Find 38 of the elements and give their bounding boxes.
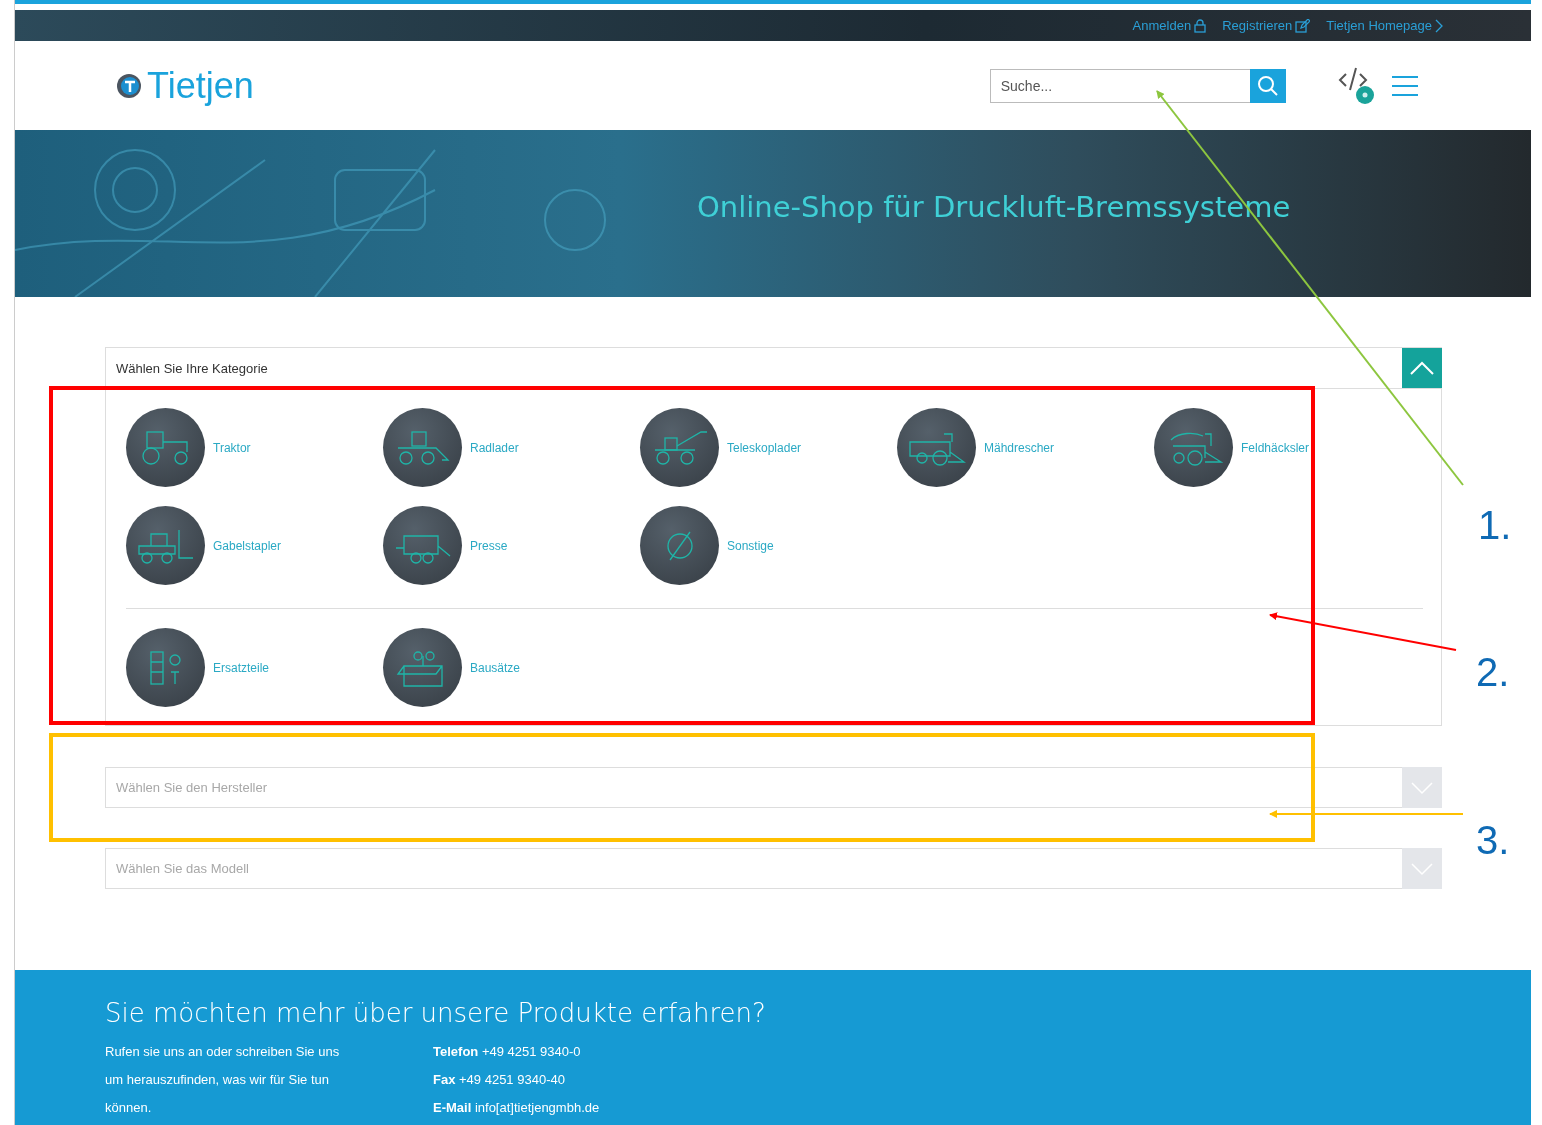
top-link[interactable]: Tietjen Homepage <box>1326 18 1443 33</box>
category-item[interactable]: Teleskoplader <box>640 408 897 487</box>
logo-icon <box>115 71 143 100</box>
search-icon <box>1256 74 1279 97</box>
category-item[interactable]: Presse <box>383 506 640 585</box>
top-link[interactable]: Registrieren <box>1222 18 1311 33</box>
code-icon[interactable] <box>1337 65 1374 106</box>
menu-icon[interactable] <box>1391 74 1418 97</box>
top-link[interactable]: Anmelden <box>1132 18 1207 33</box>
category-item[interactable]: Sonstige <box>640 506 897 585</box>
category-item[interactable]: Feldhäcksler <box>1154 408 1411 487</box>
chevron-down-icon <box>1402 767 1442 808</box>
annotation-number: 3. <box>1476 818 1510 863</box>
category-item[interactable]: Mähdrescher <box>897 408 1154 487</box>
annotation-number: 2. <box>1476 650 1510 695</box>
category-item[interactable]: Gabelstapler <box>126 506 383 585</box>
collapse-toggle-button[interactable] <box>1402 347 1442 388</box>
lock-icon <box>1194 18 1207 33</box>
dropdown-placeholder: Wählen Sie den Hersteller <box>116 780 268 795</box>
contact-line: Fax +49 4251 9340-40 <box>433 1071 566 1089</box>
category-item[interactable]: Traktor <box>126 408 383 487</box>
chevron-up-icon <box>1409 359 1435 376</box>
category-select-label: Wählen Sie Ihre Kategorie <box>116 360 268 376</box>
search-button[interactable] <box>1249 68 1286 103</box>
category-item[interactable]: Bausätze <box>383 628 640 707</box>
category-item[interactable]: Radlader <box>383 408 640 487</box>
contact-line: Telefon +49 4251 9340-0 <box>433 1043 582 1061</box>
chevron-down-icon <box>1402 848 1442 889</box>
edit-icon <box>1295 18 1311 33</box>
annotation-number: 1. <box>1478 503 1512 548</box>
logo-text[interactable]: Tietjen <box>147 64 254 107</box>
contact-line: E-Mail info[at]tietjengmbh.de <box>433 1099 600 1117</box>
dropdown-placeholder: Wählen Sie das Modell <box>116 861 249 876</box>
footer-heading: Sie möchten mehr über unsere Produkte erfahren? <box>105 998 767 1028</box>
footer-text: Rufen sie uns an oder schreiben Sie uns um herauszufinden, was wir für Sie tun können. <box>105 1043 341 1117</box>
category-item[interactable]: Ersatzteile <box>126 628 383 707</box>
search-field[interactable]: Suche... <box>989 68 1250 103</box>
chevron-right-icon <box>1435 18 1443 33</box>
